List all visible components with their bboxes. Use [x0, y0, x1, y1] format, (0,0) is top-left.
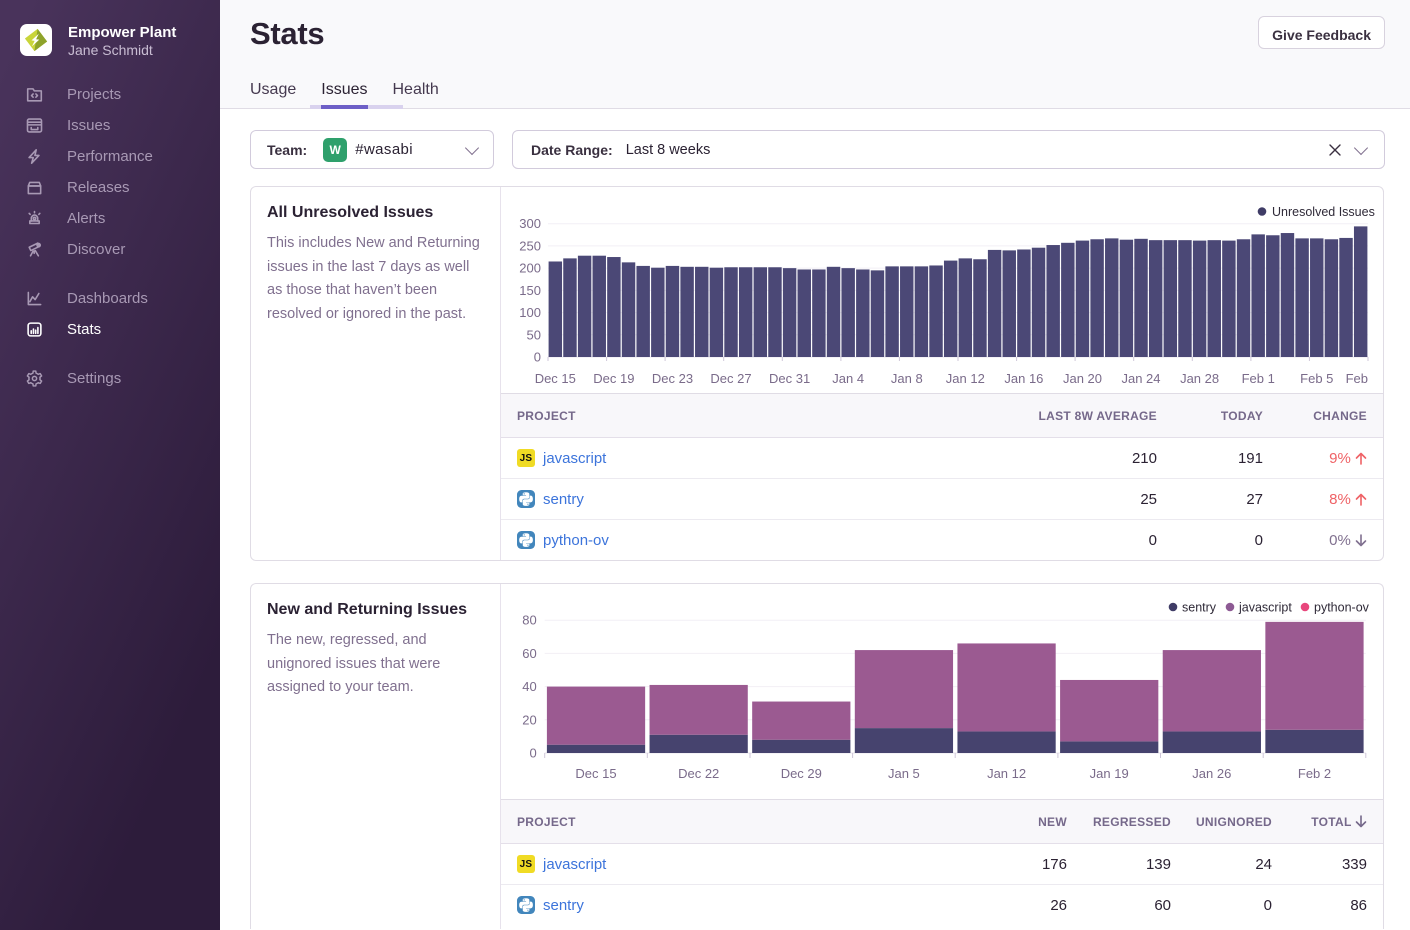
svg-text:Jan 28: Jan 28 — [1180, 371, 1219, 386]
svg-text:250: 250 — [519, 238, 541, 253]
svg-text:100: 100 — [519, 305, 541, 320]
svg-text:Jan 4: Jan 4 — [832, 371, 864, 386]
svg-text:Dec 15: Dec 15 — [535, 371, 576, 386]
svg-text:300: 300 — [519, 216, 541, 231]
svg-text:60: 60 — [522, 646, 536, 661]
svg-text:Jan 26: Jan 26 — [1192, 766, 1231, 781]
svg-text:Jan 16: Jan 16 — [1004, 371, 1043, 386]
svg-text:Dec 19: Dec 19 — [593, 371, 634, 386]
svg-text:Feb 1: Feb 1 — [1242, 371, 1275, 386]
svg-text:javascript: javascript — [1238, 601, 1292, 615]
svg-text:40: 40 — [522, 679, 536, 694]
svg-text:Dec 22: Dec 22 — [678, 766, 719, 781]
svg-text:Dec 27: Dec 27 — [710, 371, 751, 386]
svg-text:Feb: Feb — [1346, 371, 1368, 386]
svg-text:python-ov: python-ov — [1314, 601, 1370, 615]
svg-text:Dec 31: Dec 31 — [769, 371, 810, 386]
svg-text:Jan 8: Jan 8 — [891, 371, 923, 386]
svg-text:Jan 5: Jan 5 — [888, 766, 920, 781]
svg-text:50: 50 — [527, 327, 541, 342]
svg-text:Feb 5: Feb 5 — [1300, 371, 1333, 386]
svg-text:0: 0 — [529, 746, 536, 761]
svg-text:20: 20 — [522, 712, 536, 727]
svg-text:Jan 24: Jan 24 — [1121, 371, 1160, 386]
svg-text:Jan 19: Jan 19 — [1090, 766, 1129, 781]
svg-text:Unresolved Issues: Unresolved Issues — [1272, 205, 1375, 219]
svg-text:200: 200 — [519, 261, 541, 276]
svg-text:Dec 29: Dec 29 — [781, 766, 822, 781]
svg-text:Feb 2: Feb 2 — [1298, 766, 1331, 781]
svg-text:150: 150 — [519, 283, 541, 298]
svg-text:Jan 12: Jan 12 — [987, 766, 1026, 781]
svg-text:Dec 15: Dec 15 — [575, 766, 616, 781]
svg-text:Jan 12: Jan 12 — [946, 371, 985, 386]
svg-text:sentry: sentry — [1182, 601, 1217, 615]
svg-text:0: 0 — [534, 350, 541, 365]
svg-text:80: 80 — [522, 613, 536, 628]
svg-text:Jan 20: Jan 20 — [1063, 371, 1102, 386]
svg-text:Dec 23: Dec 23 — [652, 371, 693, 386]
